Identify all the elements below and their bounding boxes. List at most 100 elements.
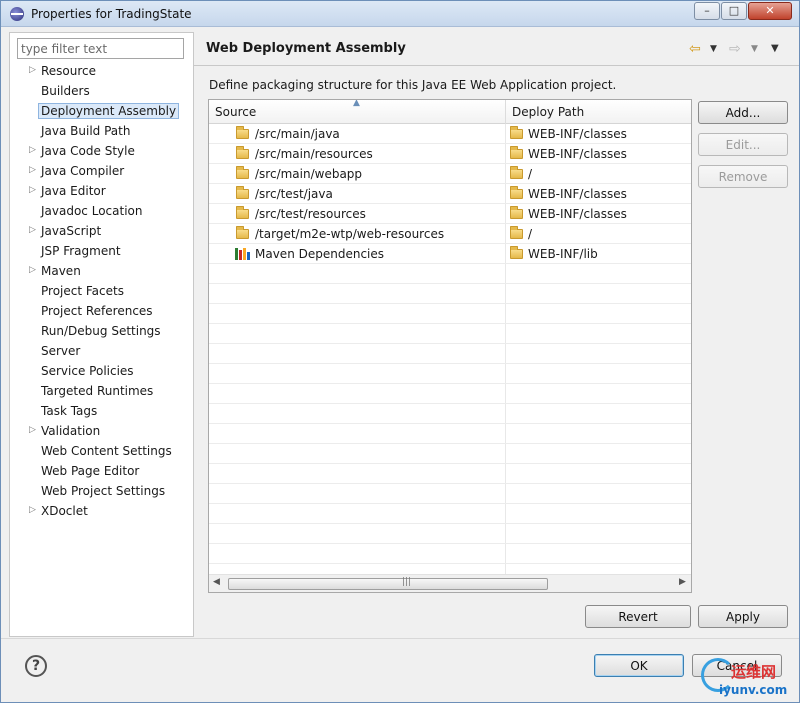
sidebar-item[interactable]: ▷ Resource [10,63,193,81]
table-row[interactable]: /src/test/resources WEB-INF/classes [209,204,691,224]
sidebar-item[interactable]: ▷ Java Editor [10,183,193,201]
grip-icon: ||| [402,577,412,587]
back-dropdown-icon[interactable]: ▼ [710,44,717,54]
sidebar-item[interactable]: Web Project Settings [10,483,193,501]
expand-arrow-icon[interactable]: ▷ [29,225,36,235]
table-row [209,264,691,284]
sidebar-item[interactable]: Project References [10,303,193,321]
deploy-path-cell[interactable]: WEB-INF/classes [528,127,627,141]
maximize-button[interactable]: □ [721,2,747,20]
sidebar-item-label: Resource [41,64,97,78]
source-cell: /src/main/resources [255,147,373,161]
table-row[interactable]: /src/main/java WEB-INF/classes [209,124,691,144]
add-button[interactable]: Add... [698,101,788,124]
deploy-path-cell[interactable]: WEB-INF/lib [528,247,598,261]
sidebar-item[interactable]: Deployment Assembly [10,103,193,121]
source-cell: /src/main/webapp [255,167,363,181]
sidebar-item[interactable]: Project Facets [10,283,193,301]
deploy-path-cell[interactable]: WEB-INF/classes [528,187,627,201]
assembly-table[interactable]: Source ▲ Deploy Path /src/main/java WEB-I… [208,99,692,593]
column-divider[interactable] [505,100,506,124]
footer-separator [1,638,799,639]
title-bar[interactable]: Properties for TradingState – □ ✕ [1,1,799,27]
page-header: Web Deployment Assembly ⇦ ▼ ⇨ ▼ ▼ [194,32,799,66]
table-row[interactable]: /src/test/java WEB-INF/classes [209,184,691,204]
table-row [209,324,691,344]
page-content: Web Deployment Assembly ⇦ ▼ ⇨ ▼ ▼ Define… [194,32,799,637]
table-row [209,444,691,464]
sidebar-item-label: Java Editor [41,184,106,198]
table-row[interactable]: /src/main/webapp / [209,164,691,184]
revert-button[interactable]: Revert [585,605,691,628]
folder-icon [510,166,523,179]
table-row [209,304,691,324]
deploy-path-cell[interactable]: WEB-INF/classes [528,207,627,221]
close-button[interactable]: ✕ [748,2,792,20]
table-row[interactable]: Maven Dependencies WEB-INF/lib [209,244,691,264]
sidebar-item-label: Deployment Assembly [38,103,180,119]
scroll-right-icon[interactable]: ▶ [679,577,686,587]
expand-arrow-icon[interactable]: ▷ [29,425,36,435]
expand-arrow-icon[interactable]: ▷ [29,265,36,275]
view-menu-icon[interactable]: ▼ [771,43,779,54]
horizontal-scrollbar[interactable]: ◀ ||| ▶ [209,574,691,592]
sidebar-item-label: Web Page Editor [41,464,140,478]
sidebar-item[interactable]: ▷ Maven [10,263,193,281]
column-header-deploy-path[interactable]: Deploy Path [512,105,584,119]
sidebar-item[interactable]: Web Page Editor [10,463,193,481]
sidebar-item[interactable]: Web Content Settings [10,443,193,461]
deploy-path-cell[interactable]: / [528,227,532,241]
folder-icon [510,246,523,259]
sidebar-item-label: Validation [41,424,101,438]
sidebar-item[interactable]: ▷ Java Compiler [10,163,193,181]
folder-icon [236,206,249,219]
sidebar-item-label: XDoclet [41,504,88,518]
sidebar-item[interactable]: Run/Debug Settings [10,323,193,341]
expand-arrow-icon[interactable]: ▷ [29,145,36,155]
sidebar-item[interactable]: Builders [10,83,193,101]
ok-button[interactable]: OK [594,654,684,677]
scrollbar-thumb[interactable]: ||| [228,577,548,590]
table-header: Source ▲ Deploy Path [209,100,691,124]
sidebar-item-label: Builders [41,84,90,98]
deploy-path-cell[interactable]: / [528,167,532,181]
sidebar-item[interactable]: JSP Fragment [10,243,193,261]
expand-arrow-icon[interactable]: ▷ [29,505,36,515]
sidebar-item-label: Java Build Path [41,124,131,138]
sidebar-item[interactable]: Service Policies [10,363,193,381]
sidebar-item[interactable]: ▷ XDoclet [10,503,193,521]
expand-arrow-icon[interactable]: ▷ [29,65,36,75]
apply-button[interactable]: Apply [698,605,788,628]
sidebar-item[interactable]: ▷ JavaScript [10,223,193,241]
table-row [209,524,691,544]
help-icon[interactable]: ? [25,655,47,677]
folder-icon [510,146,523,159]
sidebar-item[interactable]: Task Tags [10,403,193,421]
forward-arrow-icon[interactable]: ⇨ [729,41,741,57]
edit-button[interactable]: Edit... [698,133,788,156]
remove-button[interactable]: Remove [698,165,788,188]
sidebar-item[interactable]: Server [10,343,193,361]
table-row[interactable]: /src/main/resources WEB-INF/classes [209,144,691,164]
sidebar-item[interactable]: ▷ Validation [10,423,193,441]
scroll-left-icon[interactable]: ◀ [213,577,220,587]
filter-input[interactable] [17,38,184,59]
expand-arrow-icon[interactable]: ▷ [29,185,36,195]
sidebar-item-label: Targeted Runtimes [41,384,154,398]
minimize-button[interactable]: – [694,2,720,20]
table-row[interactable]: /target/m2e-wtp/web-resources / [209,224,691,244]
source-cell: /src/main/java [255,127,340,141]
sidebar-item[interactable]: Javadoc Location [10,203,193,221]
forward-dropdown-icon[interactable]: ▼ [751,44,758,54]
sidebar-item-label: JSP Fragment [41,244,121,258]
expand-arrow-icon[interactable]: ▷ [29,165,36,175]
sidebar-item[interactable]: Targeted Runtimes [10,383,193,401]
folder-icon [510,186,523,199]
sidebar-item[interactable]: ▷ Java Code Style [10,143,193,161]
deploy-path-cell[interactable]: WEB-INF/classes [528,147,627,161]
sidebar-item[interactable]: Java Build Path [10,123,193,141]
source-cell: /src/test/resources [255,207,366,221]
column-header-source[interactable]: Source [215,105,256,119]
watermark-text: 运维网 [731,663,777,681]
back-arrow-icon[interactable]: ⇦ [689,41,701,57]
